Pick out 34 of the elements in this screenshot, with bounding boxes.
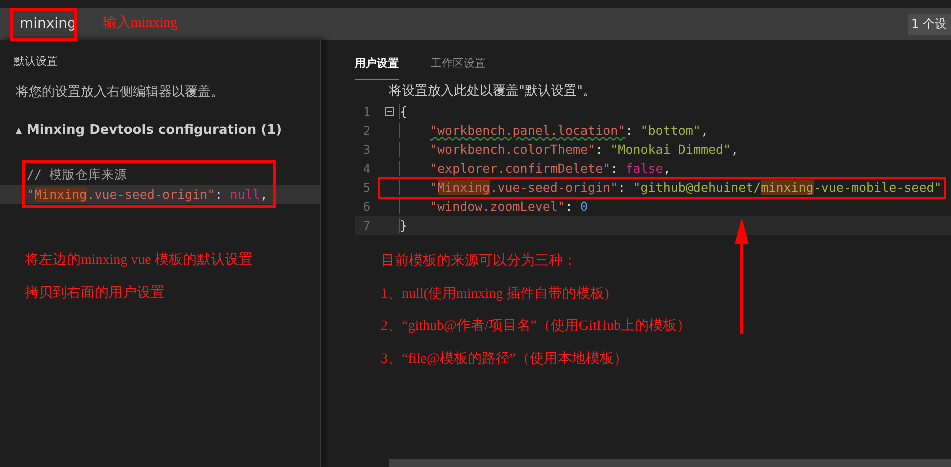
code-line: "explorer.confirmDelete": false, xyxy=(399,161,671,176)
code-line: "Minxing.vue-seed-origin": "github@dehuinet/minxing-vue-mobile-seed" xyxy=(399,180,942,195)
highlight-frame xyxy=(10,8,77,41)
line-number: 1 xyxy=(362,104,372,118)
code-line: "workbench.colorTheme": "Monokai Dimmed", xyxy=(399,142,739,157)
editor-hint: 将设置放入此处以覆盖"默认设置"。 xyxy=(388,83,597,100)
settings-tab[interactable]: 工作区设置 xyxy=(431,56,486,80)
result-count: 1 个设 xyxy=(908,14,951,34)
code-line: "window.zoomLevel": 0 xyxy=(399,199,588,214)
annotation-text: 输入minxing xyxy=(103,14,178,32)
line-number: 4 xyxy=(362,162,372,176)
collapse-icon[interactable] xyxy=(384,107,394,116)
line-number: 7 xyxy=(362,218,372,232)
code-line: "workbench.panel.location": "bottom", xyxy=(399,123,708,138)
code-line: { xyxy=(399,104,408,119)
arrow-icon xyxy=(734,218,750,334)
caret-icon[interactable] xyxy=(16,128,22,134)
line-number: 5 xyxy=(362,180,372,194)
annotation-text: 1、null(使用minxing 插件自带的模板) xyxy=(381,286,610,302)
annotation-text: 将左边的minxing vue 模板的默认设置 xyxy=(25,252,253,269)
annotation-text: 拷贝到右面的用户设置 xyxy=(25,284,165,302)
line-number: 3 xyxy=(362,142,372,156)
horizontal-scrollbar[interactable] xyxy=(389,459,951,467)
line-number: 2 xyxy=(362,124,372,138)
panel-hint: 将您的设置放入右侧编辑器以覆盖。 xyxy=(15,84,225,101)
settings-tab[interactable]: 用户设置 xyxy=(355,56,399,80)
line-number: 6 xyxy=(362,200,372,214)
group-title[interactable]: Minxing Devtools configuration (1) xyxy=(27,123,282,138)
code-line: } xyxy=(399,218,408,233)
annotation-text: 目前模板的来源可以分为三种： xyxy=(381,252,577,270)
panel-title: 默认设置 xyxy=(13,54,59,69)
annotation-text: 2、“github@作者/项目名”（使用GitHub上的模板） xyxy=(381,318,691,335)
code-line: // 模版仓库来源 xyxy=(26,166,129,184)
annotation-text: 3、“file@模板的路径”（使用本地模板） xyxy=(381,350,628,368)
